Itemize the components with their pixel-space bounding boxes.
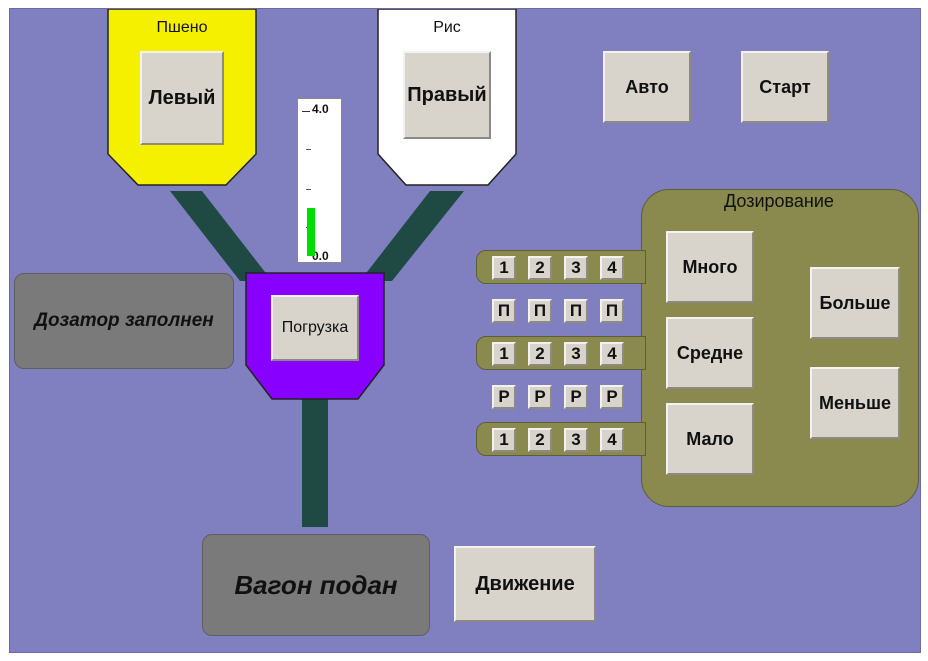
start-button[interactable]: Старт xyxy=(741,51,829,123)
move-button[interactable]: Движение xyxy=(454,546,596,622)
hmi-screen: Пшено Левый Рис Правый 4.0 0.0 Погрузка … xyxy=(9,8,921,653)
right-pipe xyxy=(360,191,464,281)
row2-btn-4[interactable]: П xyxy=(600,299,624,323)
loader-button[interactable]: Погрузка xyxy=(271,295,359,361)
gauge-max-label: 4.0 xyxy=(312,102,329,116)
row4-btn-1[interactable]: Р xyxy=(492,385,516,409)
left-hopper-title: Пшено xyxy=(156,19,208,36)
dispenser-status: Дозатор заполнен xyxy=(14,273,234,369)
row3-btn-2[interactable]: 2 xyxy=(528,342,552,366)
left-button[interactable]: Левый xyxy=(140,51,224,145)
dosing-much-button[interactable]: Много xyxy=(666,231,754,303)
auto-button[interactable]: Авто xyxy=(603,51,691,123)
gauge-tick-top xyxy=(302,111,310,112)
dosing-title: Дозирование xyxy=(724,191,834,211)
gauge-level-bar xyxy=(307,208,315,256)
row2-btn-1[interactable]: П xyxy=(492,299,516,323)
row4-btn-4[interactable]: Р xyxy=(600,385,624,409)
less-button[interactable]: Меньше xyxy=(810,367,900,439)
wagon-status: Вагон подан xyxy=(202,534,430,636)
more-button[interactable]: Больше xyxy=(810,267,900,339)
bottom-pipe xyxy=(302,397,328,527)
row2-btn-3[interactable]: П xyxy=(564,299,588,323)
gauge-tick xyxy=(306,189,311,190)
row5-btn-1[interactable]: 1 xyxy=(492,428,516,452)
level-gauge: 4.0 0.0 xyxy=(297,98,342,263)
row3-btn-4[interactable]: 4 xyxy=(600,342,624,366)
row4-btn-3[interactable]: Р xyxy=(564,385,588,409)
right-button[interactable]: Правый xyxy=(403,51,491,139)
row5-btn-4[interactable]: 4 xyxy=(600,428,624,452)
left-pipe xyxy=(170,191,272,281)
row1-btn-4[interactable]: 4 xyxy=(600,256,624,280)
row1-btn-3[interactable]: 3 xyxy=(564,256,588,280)
dosing-little-button[interactable]: Мало xyxy=(666,403,754,475)
right-hopper-title: Рис xyxy=(433,19,461,36)
row5-btn-2[interactable]: 2 xyxy=(528,428,552,452)
row1-btn-1[interactable]: 1 xyxy=(492,256,516,280)
row2-btn-2[interactable]: П xyxy=(528,299,552,323)
row5-btn-3[interactable]: 3 xyxy=(564,428,588,452)
row4-btn-2[interactable]: Р xyxy=(528,385,552,409)
row1-btn-2[interactable]: 2 xyxy=(528,256,552,280)
gauge-tick xyxy=(306,149,311,150)
dosing-medium-button[interactable]: Средне xyxy=(666,317,754,389)
row3-btn-1[interactable]: 1 xyxy=(492,342,516,366)
row3-btn-3[interactable]: 3 xyxy=(564,342,588,366)
